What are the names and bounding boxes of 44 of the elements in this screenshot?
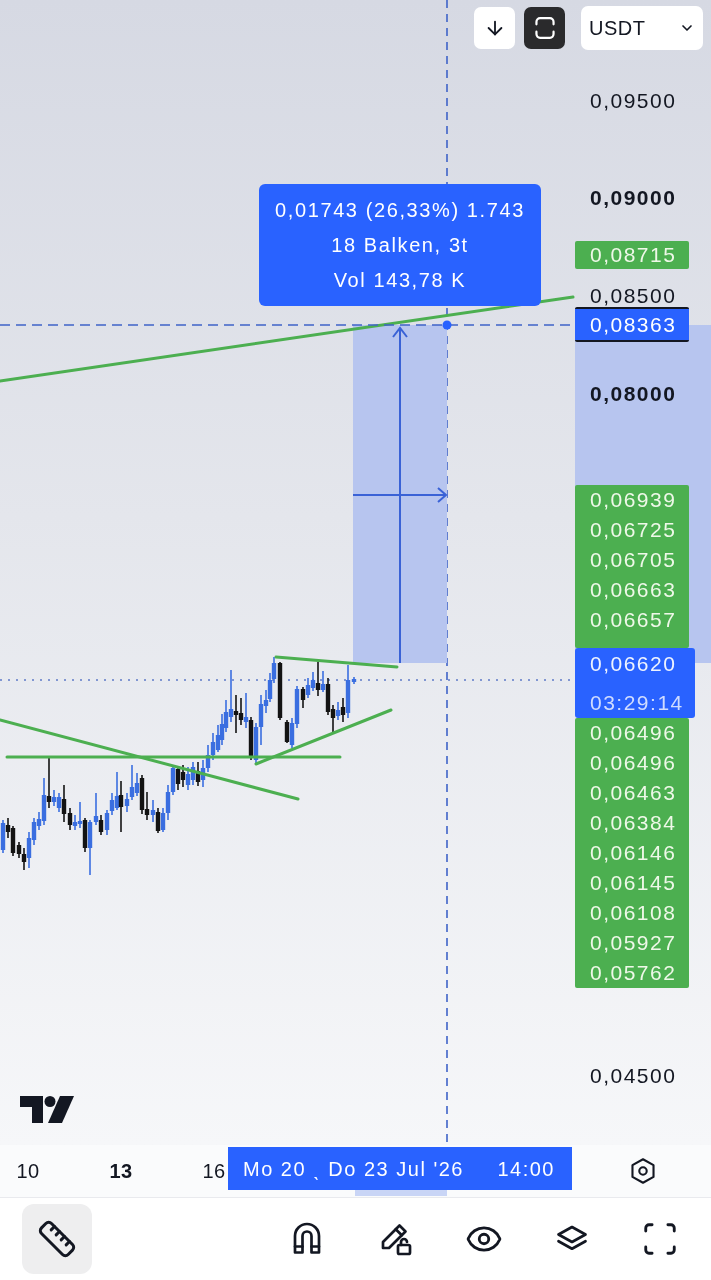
trend-line[interactable] <box>0 718 300 801</box>
bar-countdown: 03:29:14 <box>589 691 685 715</box>
price-tick: 0,09500 <box>590 89 677 113</box>
alert-price: 0,05762 <box>589 960 678 986</box>
trend-line[interactable] <box>254 708 393 766</box>
alert-price: 0,05927 <box>589 930 678 956</box>
settings-icon[interactable] <box>630 1158 656 1184</box>
price-tick: 0,09000 <box>590 186 677 210</box>
currency-select[interactable]: USDT <box>581 6 703 50</box>
alert-price: 0,06146 <box>589 840 678 866</box>
alert-price: 0,06725 <box>589 517 678 543</box>
measure-text: 18 Balken, 3t <box>331 233 469 258</box>
ruler-icon <box>37 1219 77 1259</box>
frame-icon <box>532 17 557 39</box>
trend-line[interactable] <box>274 655 399 669</box>
time-tick: 16 <box>201 1159 227 1183</box>
chart-logo <box>20 1096 74 1123</box>
alert-price: 0,06145 <box>589 870 678 896</box>
time-text: 14:00 <box>497 1156 555 1181</box>
ruler-tool-button[interactable] <box>22 1204 92 1274</box>
alert-price: 0,06939 <box>589 487 678 513</box>
alert-price: 0,06657 <box>589 607 678 633</box>
alert-price: 0,06463 <box>589 780 678 806</box>
alert-price: 0,06108 <box>589 900 678 926</box>
time-tick: 13 <box>108 1159 134 1183</box>
date-range-text: Mo 20 ˎ Do 23 Jul '26 <box>243 1156 464 1181</box>
alert-price: 0,06496 <box>589 750 678 776</box>
alert-price-label: 0,08715 <box>575 241 689 269</box>
price-tick: 0,08500 <box>590 284 677 308</box>
price-tick: 0,04500 <box>590 1064 677 1088</box>
alert-price: 0,06496 <box>589 720 678 746</box>
crosshair-price-label: 0,08363 <box>575 307 689 342</box>
alert-price: 0,06384 <box>589 810 678 836</box>
crosshair-dot <box>442 320 452 330</box>
price-tick: 0,08000 <box>590 382 677 406</box>
time-tick: 10 <box>15 1159 41 1183</box>
last-price: 0,06620 <box>589 652 678 676</box>
frame-button[interactable] <box>524 7 565 49</box>
alert-price: 0,06705 <box>589 547 678 573</box>
alert-price: 0,06663 <box>589 577 678 603</box>
corner-frame-icon <box>641 1220 679 1258</box>
measure-text: 0,01743 (26,33%) 1.743 <box>275 198 525 223</box>
measure-text: Vol 143,78 K <box>333 268 467 293</box>
scroll-down-button[interactable] <box>474 7 515 49</box>
